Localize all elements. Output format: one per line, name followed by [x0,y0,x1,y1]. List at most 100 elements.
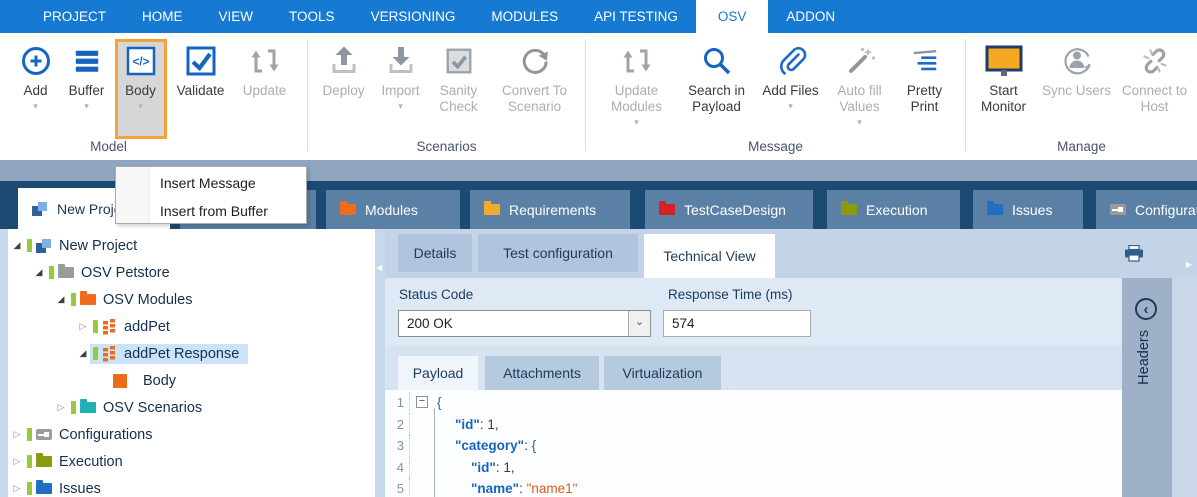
tree-item-body[interactable]: Body [8,367,375,394]
payload-code-editor[interactable]: 1−{2"id": 1,3"category": {4"id": 1,5"nam… [385,390,1128,497]
collapsed-arrow-icon[interactable]: ▷ [10,456,24,467]
search-in-payload-button[interactable]: Search in Payload [676,40,758,115]
code-text: "category": { [431,438,536,453]
menu-versioning[interactable]: VERSIONING [353,0,474,33]
add-button[interactable]: Add ▾ [13,40,59,110]
tab-technical-view[interactable]: Technical View [644,234,775,278]
line-number: 3 [385,438,409,453]
body-icon: </> [125,43,157,79]
collapsed-arrow-icon[interactable]: ▷ [10,429,24,440]
menu-view[interactable]: VIEW [201,0,272,33]
update-modules-button[interactable]: Update Modules ▾ [598,40,676,126]
collapse-left-arrow-icon[interactable]: ◀ [376,263,382,272]
tree-item-addpet-response[interactable]: ◢ addPet Response [8,340,375,367]
printer-icon [1124,245,1144,262]
collapsed-arrow-icon[interactable]: ▷ [10,483,24,494]
menu-tools[interactable]: TOOLS [271,0,353,33]
tab-attachments[interactable]: Attachments [485,356,599,390]
paperclip-icon [775,43,807,79]
expanded-arrow-icon[interactable]: ◢ [54,294,68,305]
token-num: 1 [503,460,511,475]
tree-item-execution[interactable]: ▷ Execution [8,448,375,475]
print-button[interactable] [1124,245,1144,262]
module-icon [102,319,117,335]
search-icon [701,43,733,79]
import-button[interactable]: Import ▾ [374,40,428,110]
group-label-manage: Manage [966,139,1197,154]
validate-button[interactable]: Validate [167,40,235,99]
add-files-button[interactable]: Add Files ▾ [758,40,824,110]
tree-item-configurations[interactable]: ▷ Configurations [8,421,375,448]
expanded-arrow-icon[interactable]: ◢ [32,267,46,278]
connect-to-host-button[interactable]: Connect to Host [1115,40,1195,115]
tab-modules[interactable]: Modules [326,190,460,229]
tree-item-addpet[interactable]: ▷ addPet [8,313,375,340]
auto-fill-values-button[interactable]: Auto fill Values ▾ [824,40,896,126]
tree-item-osv-petstore[interactable]: ◢ OSV Petstore [8,259,375,286]
tree-item-new-project[interactable]: ◢ New Project [8,232,375,259]
code-text: "id": 1, [431,417,499,432]
token-brace: { [437,395,442,410]
response-time-input[interactable]: 574 [663,310,811,337]
menu-item-insert-from-buffer[interactable]: Insert from Buffer [116,197,306,225]
menu-item-insert-message[interactable]: Insert Message [116,169,306,197]
fold-gutter [409,435,431,457]
tab-details[interactable]: Details [398,234,472,272]
body-dropdown-menu: Insert Message Insert from Buffer [115,166,307,224]
application-window: { "colors": { "menubar_blue": "#1679D2",… [0,0,1197,497]
dropdown-chevron-icon: ▾ [857,118,862,126]
expand-right-arrow-icon[interactable]: ▶ [1186,260,1192,269]
token-punc: , [495,417,499,432]
fold-collapse-icon[interactable]: − [416,396,428,408]
tree-item-osv-modules[interactable]: ◢ OSV Modules [8,286,375,313]
status-code-label: Status Code [399,287,473,302]
tab-configuration[interactable]: Configuration [1096,190,1197,229]
menu-home[interactable]: HOME [124,0,201,33]
menu-addon[interactable]: ADDON [768,0,853,33]
dropdown-chevron-icon: ▾ [634,118,639,126]
folder-icon [340,204,356,215]
right-edge-rail [1172,278,1197,497]
connector-icon [1110,204,1126,215]
headers-collapsed-panel[interactable]: ‹ Headers [1122,278,1172,497]
deploy-icon [328,43,360,79]
status-code-select[interactable]: 200 OK ⌄ [398,310,651,337]
expand-headers-button[interactable]: ‹ [1135,298,1157,320]
token-key: "category" [455,438,524,453]
convert-to-scenario-button[interactable]: Convert To Scenario [490,40,580,115]
fold-gutter: − [409,392,431,414]
tab-issues[interactable]: Issues [973,190,1083,229]
buffer-button[interactable]: Buffer ▾ [59,40,115,110]
collapsed-arrow-icon[interactable]: ▷ [54,402,68,413]
token-punc: : [519,481,527,496]
expanded-arrow-icon[interactable]: ◢ [76,348,90,359]
payload-tab-bar: Payload Attachments Virtualization [385,345,1128,390]
tab-test-configuration[interactable]: Test configuration [478,234,638,272]
deploy-button[interactable]: Deploy [314,40,374,99]
sync-users-button[interactable]: Sync Users [1039,40,1115,99]
collapsed-arrow-icon[interactable]: ▷ [76,321,90,332]
tab-execution[interactable]: Execution [827,190,960,229]
code-line: 2"id": 1, [385,414,1128,436]
tab-requirements[interactable]: Requirements [470,190,630,229]
pretty-print-button[interactable]: Pretty Print [896,40,954,115]
tree-item-issues[interactable]: ▷ Issues [8,475,375,497]
ribbon-group-model: Add ▾ Buffer ▾ </> Body ▾ [0,33,307,160]
start-monitor-button[interactable]: Start Monitor [969,40,1039,115]
tab-payload[interactable]: Payload [398,356,478,390]
tab-testcasedesign[interactable]: TestCaseDesign [645,190,813,229]
code-line: 3 "category": { [385,435,1128,457]
connector-icon [36,429,52,440]
tab-virtualization[interactable]: Virtualization [604,356,721,390]
tree-item-osv-scenarios[interactable]: ▷ OSV Scenarios [8,394,375,421]
menu-osv[interactable]: OSV [696,0,769,33]
update-button[interactable]: Update [235,40,295,99]
menu-project[interactable]: PROJECT [25,0,124,33]
sanity-check-button[interactable]: Sanity Check [428,40,490,115]
menu-api-testing[interactable]: API TESTING [576,0,696,33]
select-chevron-icon[interactable]: ⌄ [628,311,650,336]
body-button[interactable]: </> Body ▾ [115,39,167,139]
panel-splitter[interactable]: ◀ [375,229,385,497]
menu-modules[interactable]: MODULES [473,0,576,33]
expanded-arrow-icon[interactable]: ◢ [10,240,24,251]
